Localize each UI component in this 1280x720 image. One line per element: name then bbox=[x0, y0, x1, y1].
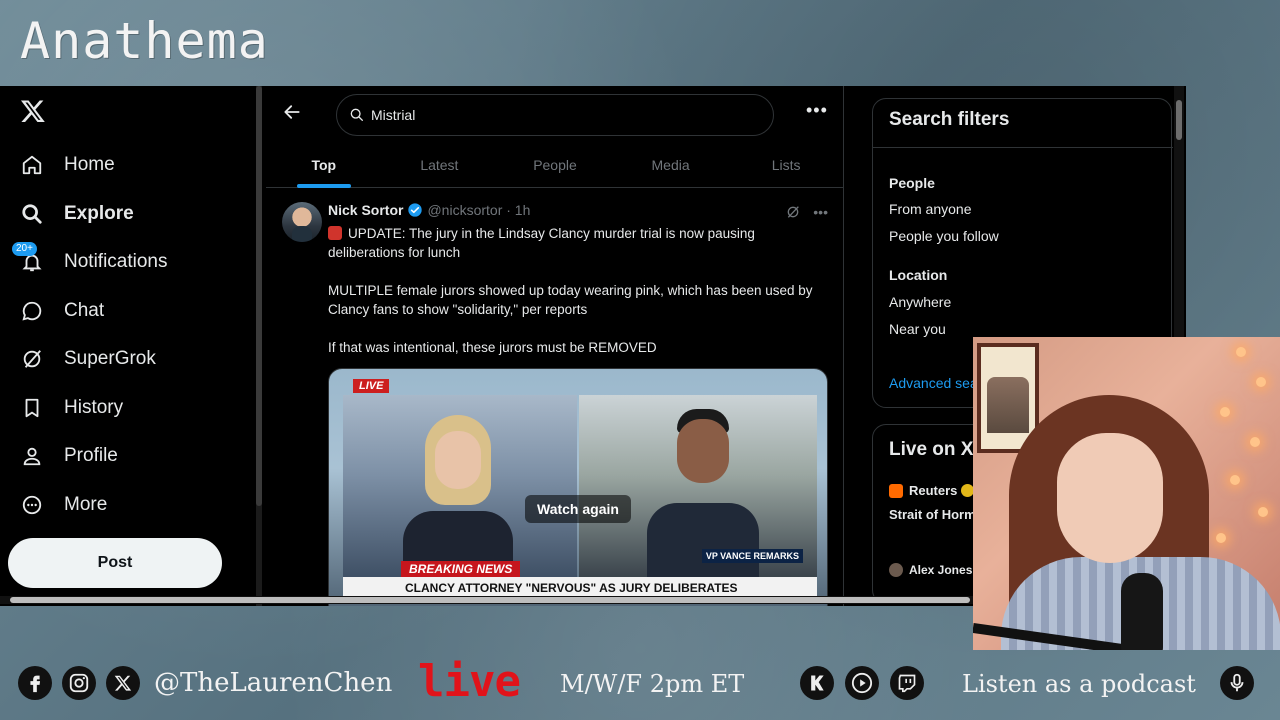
reuters-icon bbox=[889, 483, 903, 498]
live-tag: LIVE bbox=[353, 379, 390, 393]
divider bbox=[873, 147, 1173, 148]
webcam-overlay bbox=[973, 337, 1280, 650]
live-user[interactable]: Alex Jones bbox=[889, 563, 972, 577]
avatar bbox=[889, 563, 903, 577]
bell-icon: 20+ bbox=[12, 242, 44, 274]
vp-tag: VP VANCE REMARKS bbox=[701, 549, 803, 563]
filter-near-you[interactable]: Near you bbox=[889, 321, 946, 337]
live-word: live bbox=[418, 656, 521, 707]
x-logo-icon bbox=[106, 666, 140, 700]
twitch-icon bbox=[890, 666, 924, 700]
more-options-icon[interactable]: ••• bbox=[806, 100, 828, 121]
live-on-x-title: Live on X bbox=[889, 439, 974, 460]
tab-latest[interactable]: Latest bbox=[382, 142, 498, 187]
notification-count-badge: 20+ bbox=[12, 242, 37, 256]
grok-icon[interactable] bbox=[785, 204, 801, 223]
person-icon bbox=[20, 444, 44, 468]
filter-from-anyone[interactable]: From anyone bbox=[889, 201, 971, 217]
live-user-name: Alex Jones bbox=[909, 563, 973, 577]
live-source-name: Reuters bbox=[909, 483, 958, 498]
chat-icon bbox=[20, 299, 44, 323]
nav-item-supergrok[interactable]: SuperGrok bbox=[20, 342, 156, 376]
sidebar-scrollbar[interactable] bbox=[256, 86, 262, 606]
decor-lights bbox=[1206, 337, 1276, 557]
filter-people-you-follow[interactable]: People you follow bbox=[889, 228, 999, 244]
nav-item-profile[interactable]: Profile bbox=[20, 439, 118, 473]
kick-icon bbox=[800, 666, 834, 700]
tweet-line-3: If that was intentional, these jurors mu… bbox=[328, 340, 657, 355]
avatar[interactable] bbox=[282, 202, 322, 242]
live-source[interactable]: Reuters bbox=[889, 483, 975, 498]
tweet-line-1: UPDATE: The jury in the Lindsay Clancy m… bbox=[328, 226, 755, 260]
tweet-actions: ••• bbox=[785, 204, 828, 223]
podcast-mic-icon bbox=[1220, 666, 1254, 700]
page-scrollbar-thumb[interactable] bbox=[1176, 100, 1182, 140]
bookmark-icon bbox=[20, 396, 44, 420]
more-circle-icon bbox=[20, 493, 44, 517]
search-icon bbox=[350, 108, 363, 121]
podcast-caption: Listen as a podcast bbox=[962, 670, 1196, 698]
nav-label-supergrok: SuperGrok bbox=[64, 348, 156, 369]
watch-again-button[interactable]: Watch again bbox=[525, 495, 631, 523]
search-tabs: Top Latest People Media Lists bbox=[266, 142, 844, 188]
tweet-video[interactable]: LIVE Watch again VP VANCE REMARKS CLANCY… bbox=[328, 368, 828, 606]
nav-label-chat: Chat bbox=[64, 300, 105, 321]
channel-brand-title: Anathema bbox=[20, 12, 269, 70]
home-icon bbox=[20, 153, 44, 177]
horizontal-scrollbar-thumb[interactable] bbox=[10, 597, 970, 603]
tweet[interactable]: Nick Sortor @nicksortor · 1h ••• UPDATE:… bbox=[266, 190, 844, 606]
breaking-news-tag: BREAKING NEWS bbox=[401, 561, 521, 577]
sidebar-scrollbar-thumb[interactable] bbox=[256, 86, 262, 506]
nav-label-notifications: Notifications bbox=[64, 251, 168, 272]
nav-label-more: More bbox=[64, 494, 108, 515]
nav-label-history: History bbox=[64, 397, 124, 418]
stream-footer: @TheLaurenChen live M/W/F 2pm ET Listen … bbox=[0, 650, 1280, 720]
tweet-handle-time[interactable]: @nicksortor · 1h bbox=[427, 202, 530, 218]
main-column: ••• Top Latest People Media Lists Nick S… bbox=[266, 86, 844, 606]
tab-top[interactable]: Top bbox=[266, 142, 382, 187]
tab-people[interactable]: People bbox=[497, 142, 613, 187]
search-input[interactable] bbox=[371, 107, 751, 123]
siren-emoji-icon bbox=[328, 226, 342, 240]
facebook-icon bbox=[18, 666, 52, 700]
nav-label-explore: Explore bbox=[64, 203, 134, 224]
tab-media[interactable]: Media bbox=[613, 142, 729, 187]
nav-item-notifications[interactable]: 20+ Notifications bbox=[12, 242, 168, 279]
tweet-text: UPDATE: The jury in the Lindsay Clancy m… bbox=[328, 224, 818, 376]
instagram-icon bbox=[62, 666, 96, 700]
youtube-play-icon bbox=[845, 666, 879, 700]
nav-item-explore[interactable]: Explore bbox=[20, 197, 134, 231]
people-heading: People bbox=[889, 175, 935, 191]
channel-handle: @TheLaurenChen bbox=[154, 668, 393, 698]
back-arrow-icon[interactable] bbox=[282, 102, 302, 122]
tweet-more-icon[interactable]: ••• bbox=[813, 204, 828, 223]
nav-label-home: Home bbox=[64, 154, 115, 175]
horizontal-scrollbar[interactable] bbox=[0, 596, 1000, 604]
tweet-author-name[interactable]: Nick Sortor bbox=[328, 202, 403, 218]
nav-label-profile: Profile bbox=[64, 445, 118, 466]
grok-icon bbox=[20, 347, 44, 371]
search-bar[interactable] bbox=[336, 94, 774, 136]
tweet-header: Nick Sortor @nicksortor · 1h bbox=[328, 202, 530, 218]
guest-figure bbox=[647, 409, 759, 595]
filter-anywhere[interactable]: Anywhere bbox=[889, 294, 951, 310]
stream-schedule: M/W/F 2pm ET bbox=[560, 670, 745, 698]
location-heading: Location bbox=[889, 267, 948, 283]
left-sidebar: Home Explore 20+ Notifications Chat Supe… bbox=[0, 86, 254, 606]
nav-item-home[interactable]: Home bbox=[20, 148, 115, 182]
microphone bbox=[1121, 573, 1163, 650]
post-button[interactable]: Post bbox=[8, 538, 222, 588]
nav-item-history[interactable]: History bbox=[20, 391, 123, 425]
tab-lists[interactable]: Lists bbox=[728, 142, 844, 187]
search-icon bbox=[20, 202, 44, 226]
search-filters-title: Search filters bbox=[889, 109, 1010, 130]
nav-item-more[interactable]: More bbox=[20, 488, 107, 522]
verified-badge-icon bbox=[408, 203, 423, 217]
nav-item-chat[interactable]: Chat bbox=[20, 294, 104, 328]
streamer-face bbox=[1057, 433, 1163, 563]
tweet-line-2: MULTIPLE female jurors showed up today w… bbox=[328, 283, 813, 317]
x-logo-icon[interactable] bbox=[20, 98, 46, 124]
